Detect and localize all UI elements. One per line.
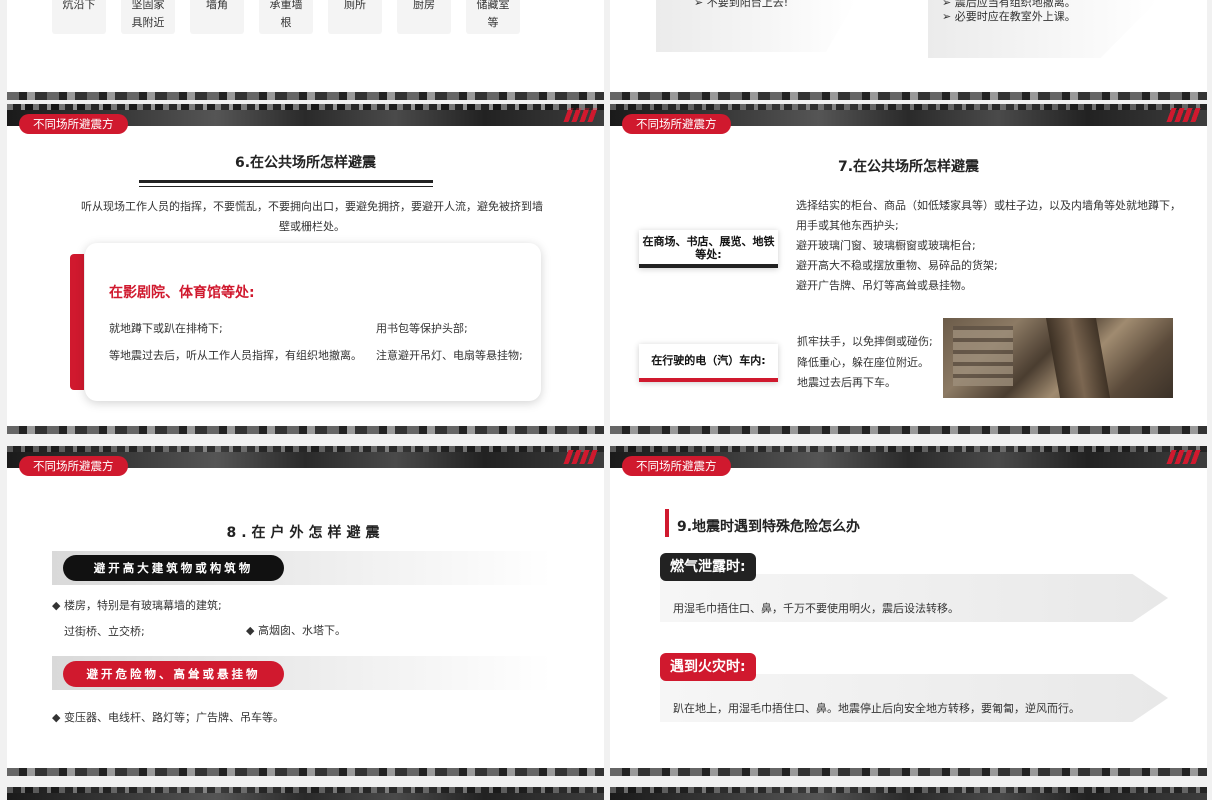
slide-banner bbox=[610, 787, 1207, 800]
slide-bottom-strip bbox=[610, 768, 1207, 776]
outdoor-item: 过街桥、立交桥; bbox=[64, 625, 145, 638]
evacuation-note-2: ➢ 必要时应在教室外上课。 bbox=[942, 10, 1076, 23]
label-vehicle-text: 在行驶的电（汽）车内: bbox=[651, 354, 766, 367]
card-item: 用书包等保护头部; bbox=[376, 322, 468, 335]
section-tag: 不同场所避震方 bbox=[622, 456, 731, 476]
pill-avoid-buildings: 避开高大建筑物或构筑物 bbox=[63, 555, 284, 581]
slide-bottom-strip bbox=[7, 768, 604, 776]
evacuation-note-1: ➢ 震后应当有组织地撤离。 bbox=[942, 0, 1076, 9]
label-fire: 遇到火灾时: bbox=[660, 653, 756, 681]
location-cell: 炕沿下 bbox=[52, 0, 106, 34]
title-accent-bar bbox=[665, 509, 669, 537]
card-item: 就地蹲下或趴在排椅下; bbox=[109, 322, 223, 335]
section-tag: 不同场所避震方 bbox=[622, 114, 731, 134]
slide-title: 6.在公共场所怎样避震 bbox=[234, 155, 377, 171]
mall-line: 避开玻璃门窗、玻璃橱窗或玻璃柜台; bbox=[796, 239, 976, 252]
slide-bottom-strip bbox=[610, 426, 1207, 434]
pill-avoid-hazards: 避开危险物、高耸或悬挂物 bbox=[63, 661, 284, 687]
title-underline-thin bbox=[139, 186, 433, 187]
outdoor-item: ◆ 楼房，特别是有玻璃幕墙的建筑; bbox=[52, 599, 222, 612]
slide-top-left: 炕沿下 坚固家 具附近 墙角 承重墙 根厕所 厨房 储藏室 等 bbox=[7, 0, 604, 94]
mall-line: 避开高大不稳或摆放重物、易碎品的货架; bbox=[796, 259, 998, 272]
earthquake-rubble-image bbox=[943, 318, 1173, 398]
section-tag: 不同场所避震方 bbox=[19, 456, 128, 476]
location-cell: 储藏室 等 bbox=[466, 0, 520, 34]
gas-leak-text: 用湿毛巾捂住口、鼻，千万不要使用明火，震后设法转移。 bbox=[673, 602, 959, 615]
strip bbox=[610, 92, 1207, 100]
slide-bottom-left bbox=[7, 787, 604, 800]
slide-7: 不同场所避震方 7.在公共场所怎样避震 在商场、书店、展览、地铁等处: 选择结实… bbox=[610, 104, 1207, 434]
fire-text: 趴在地上，用湿毛巾捂住口、鼻。地震停止后向安全地方转移，要匍匐，逆风而行。 bbox=[673, 702, 1080, 715]
slide-title: 8.在户外怎样避震 bbox=[226, 525, 385, 541]
title-underline bbox=[139, 180, 433, 183]
location-cell: 厕所 bbox=[328, 0, 382, 34]
location-cell: 墙角 bbox=[190, 0, 244, 34]
balcony-note: ➢ 不要到阳台上去! bbox=[694, 0, 789, 9]
slide-9: 不同场所避震方 9.地震时遇到特殊危险怎么办 燃气泄露时: 用湿毛巾捂住口、鼻，… bbox=[610, 446, 1207, 776]
strip bbox=[7, 92, 604, 100]
banner-deco bbox=[1166, 108, 1202, 122]
slide-6: 不同场所避震方 6.在公共场所怎样避震 听从现场工作人员的指挥，不要慌乱，不要拥… bbox=[7, 104, 604, 434]
slide-8: 不同场所避震方 8.在户外怎样避震 避开高大建筑物或构筑物 ◆ 楼房，特别是有玻… bbox=[7, 446, 604, 776]
label-vehicle: 在行驶的电（汽）车内: bbox=[639, 344, 778, 382]
mall-line: 选择结实的柜台、商品（如低矮家具等）或柱子边，以及内墙角等处就地蹲下， bbox=[796, 199, 1181, 212]
outdoor-item: ◆ 高烟囱、水塔下。 bbox=[246, 624, 346, 637]
slide-bottom-strip bbox=[7, 426, 604, 434]
banner-deco bbox=[563, 108, 599, 122]
mall-line: 避开广告牌、吊灯等高耸或悬挂物。 bbox=[796, 279, 972, 292]
label-mall: 在商场、书店、展览、地铁等处: bbox=[639, 230, 778, 268]
location-cell: 厨房 bbox=[397, 0, 451, 34]
slide-title: 9.地震时遇到特殊危险怎么办 bbox=[677, 519, 861, 535]
slide-banner bbox=[7, 787, 604, 800]
slide-title: 7.在公共场所怎样避震 bbox=[837, 159, 980, 175]
slide-top-right: ➢ 不要到阳台上去! ➢ 震后应当有组织地撤离。 ➢ 必要时应在教室外上课。 bbox=[610, 0, 1207, 94]
intro-text: 听从现场工作人员的指挥，不要慌乱，不要拥向出口，要避免拥挤，要避开人流，避免被挤… bbox=[81, 200, 543, 233]
card-item: 注意避开吊灯、电扇等悬挂物; bbox=[376, 349, 523, 362]
label-gas-leak: 燃气泄露时: bbox=[660, 553, 756, 581]
vehicle-line: 地震过去后再下车。 bbox=[797, 376, 896, 389]
label-mall-text: 在商场、书店、展览、地铁等处: bbox=[642, 235, 775, 261]
vehicle-line: 降低重心，躲在座位附近。 bbox=[797, 356, 929, 369]
card-heading: 在影剧院、体育馆等处: bbox=[109, 285, 255, 301]
card-accent-bar bbox=[70, 254, 84, 390]
vehicle-line: 抓牢扶手，以免摔倒或碰伤; bbox=[797, 335, 933, 348]
card-item: 等地震过去后，听从工作人员指挥，有组织地撤离。 bbox=[109, 349, 362, 362]
section-tag: 不同场所避震方 bbox=[19, 114, 128, 134]
outdoor-item: ◆ 变压器、电线杆、路灯等；广告牌、吊车等。 bbox=[52, 711, 284, 724]
location-cell: 承重墙 根 bbox=[259, 0, 313, 34]
slide-bottom-right bbox=[610, 787, 1207, 800]
banner-deco bbox=[1166, 450, 1202, 464]
location-cell: 坚固家 具附近 bbox=[121, 0, 175, 34]
mall-line: 用手或其他东西护头; bbox=[796, 219, 899, 232]
banner-deco bbox=[563, 450, 599, 464]
